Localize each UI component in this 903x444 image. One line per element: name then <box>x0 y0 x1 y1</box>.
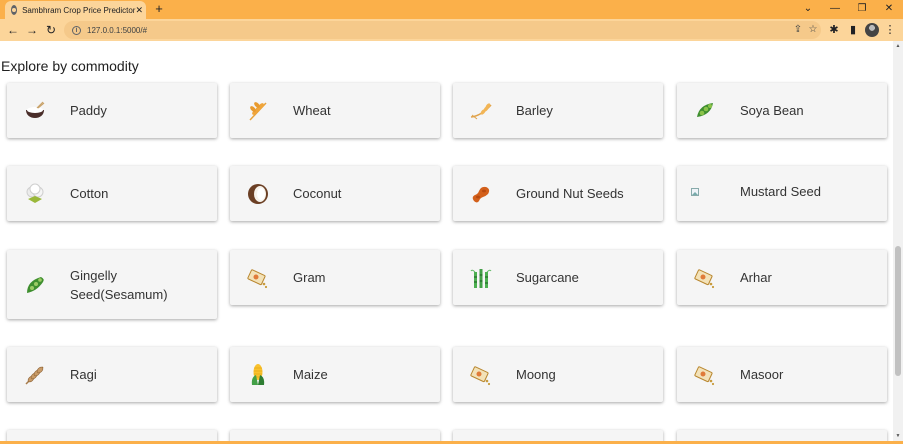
scrollbar-thumb[interactable] <box>895 246 901 376</box>
commodity-card-barley[interactable]: Barley <box>453 83 663 138</box>
commodity-card-gram[interactable]: Gram <box>230 250 440 305</box>
vertical-scrollbar[interactable]: ▲ ▼ <box>893 41 903 441</box>
corn-icon <box>246 363 270 387</box>
seed-packet-icon <box>693 363 717 387</box>
commodity-card-ragi[interactable]: Ragi <box>7 347 217 402</box>
share-icon[interactable]: ⇪ <box>791 23 805 37</box>
browser-menu-icon[interactable]: ⋮ <box>882 22 898 38</box>
minimize-button[interactable]: — <box>828 2 842 16</box>
commodity-label: Paddy <box>70 103 107 118</box>
cotton-icon <box>23 182 47 206</box>
restore-button[interactable]: ❐ <box>855 2 869 16</box>
info-icon[interactable]: i <box>72 25 81 35</box>
pea-pod-icon <box>23 273 47 297</box>
commodity-card-soya-bean[interactable]: Soya Bean <box>677 83 887 138</box>
browser-toolbar: ← → ↻ i 127.0.0.1:5000/# ⇪ ☆ ✱ ▮ ⋮ <box>0 19 903 41</box>
commodity-label: Ground Nut Seeds <box>516 186 624 201</box>
close-window-button[interactable]: ✕ <box>882 2 896 16</box>
extensions-icon[interactable]: ✱ <box>826 22 842 38</box>
barley-icon <box>469 99 493 123</box>
scroll-down-arrow-icon[interactable]: ▼ <box>895 433 901 439</box>
globe-icon <box>11 5 18 15</box>
commodity-card-mustard-seed[interactable]: Mustard Seed <box>677 166 887 221</box>
commodity-card-paddy[interactable]: Paddy <box>7 83 217 138</box>
commodity-card-arhar[interactable]: Arhar <box>677 250 887 305</box>
commodity-label: Masoor <box>740 367 784 382</box>
section-title: Explore by commodity <box>1 58 139 74</box>
commodity-label: Gram <box>293 270 326 285</box>
back-button[interactable]: ← <box>5 22 21 38</box>
commodity-card-sugarcane[interactable]: Sugarcane <box>453 250 663 305</box>
commodity-label: Soya Bean <box>740 103 804 118</box>
peanut-icon <box>469 182 493 206</box>
side-panel-icon[interactable]: ▮ <box>845 22 861 38</box>
commodity-card-coconut[interactable]: Coconut <box>230 166 440 221</box>
commodity-card-partial[interactable] <box>453 430 663 441</box>
bookmark-star-icon[interactable]: ☆ <box>806 23 820 37</box>
forward-button[interactable]: → <box>24 22 40 38</box>
new-tab-button[interactable]: + <box>152 2 166 16</box>
commodity-label: Sugarcane <box>516 270 579 285</box>
coconut-icon <box>246 182 270 206</box>
commodity-card-masoor[interactable]: Masoor <box>677 347 887 402</box>
seed-packet-icon <box>246 266 270 290</box>
commodity-card-cotton[interactable]: Cotton <box>7 166 217 221</box>
commodity-card-partial[interactable] <box>230 430 440 441</box>
ragi-icon <box>23 363 47 387</box>
url-text: 127.0.0.1:5000/# <box>87 25 148 35</box>
commodity-label: Moong <box>516 367 556 382</box>
broken-image-icon <box>691 188 699 196</box>
profile-avatar[interactable] <box>865 23 879 37</box>
scroll-up-arrow-icon[interactable]: ▲ <box>895 43 901 49</box>
seed-packet-icon <box>469 363 493 387</box>
commodity-card-moong[interactable]: Moong <box>453 347 663 402</box>
page-viewport: Explore by commodity Paddy Wheat Barley … <box>0 41 893 441</box>
commodity-label: Ragi <box>70 367 97 382</box>
reload-button[interactable]: ↻ <box>43 22 59 38</box>
commodity-label: Wheat <box>293 103 331 118</box>
commodity-label: Maize <box>293 367 328 382</box>
tab-strip: Sambhram Crop Price Predictor ✕ + ⌄ — ❐ … <box>0 0 903 19</box>
rice-bowl-icon <box>23 99 47 123</box>
commodity-label: Gingelly Seed(Sesamum) <box>70 267 168 302</box>
commodity-card-ground-nut-seeds[interactable]: Ground Nut Seeds <box>453 166 663 221</box>
commodity-label: Barley <box>516 103 553 118</box>
tab-title: Sambhram Crop Price Predictor <box>22 5 136 15</box>
commodity-label: Mustard Seed <box>740 184 821 199</box>
commodity-card-gingelly-seed[interactable]: Gingelly Seed(Sesamum) <box>7 250 217 319</box>
commodity-card-wheat[interactable]: Wheat <box>230 83 440 138</box>
wheat-icon <box>246 99 270 123</box>
seed-packet-icon <box>693 266 717 290</box>
tab-search-icon[interactable]: ⌄ <box>801 2 815 16</box>
commodity-card-partial[interactable] <box>7 430 217 441</box>
commodity-card-maize[interactable]: Maize <box>230 347 440 402</box>
address-bar[interactable]: i 127.0.0.1:5000/# ⇪ ☆ <box>64 21 821 39</box>
commodity-label: Cotton <box>70 186 109 201</box>
browser-tab[interactable]: Sambhram Crop Price Predictor ✕ <box>5 1 146 19</box>
soya-bean-icon <box>693 99 717 123</box>
commodity-label: Arhar <box>740 270 772 285</box>
commodity-card-partial[interactable] <box>677 430 887 441</box>
commodity-label: Coconut <box>293 186 342 201</box>
tab-close-icon[interactable]: ✕ <box>135 5 143 16</box>
sugarcane-icon <box>469 266 493 290</box>
